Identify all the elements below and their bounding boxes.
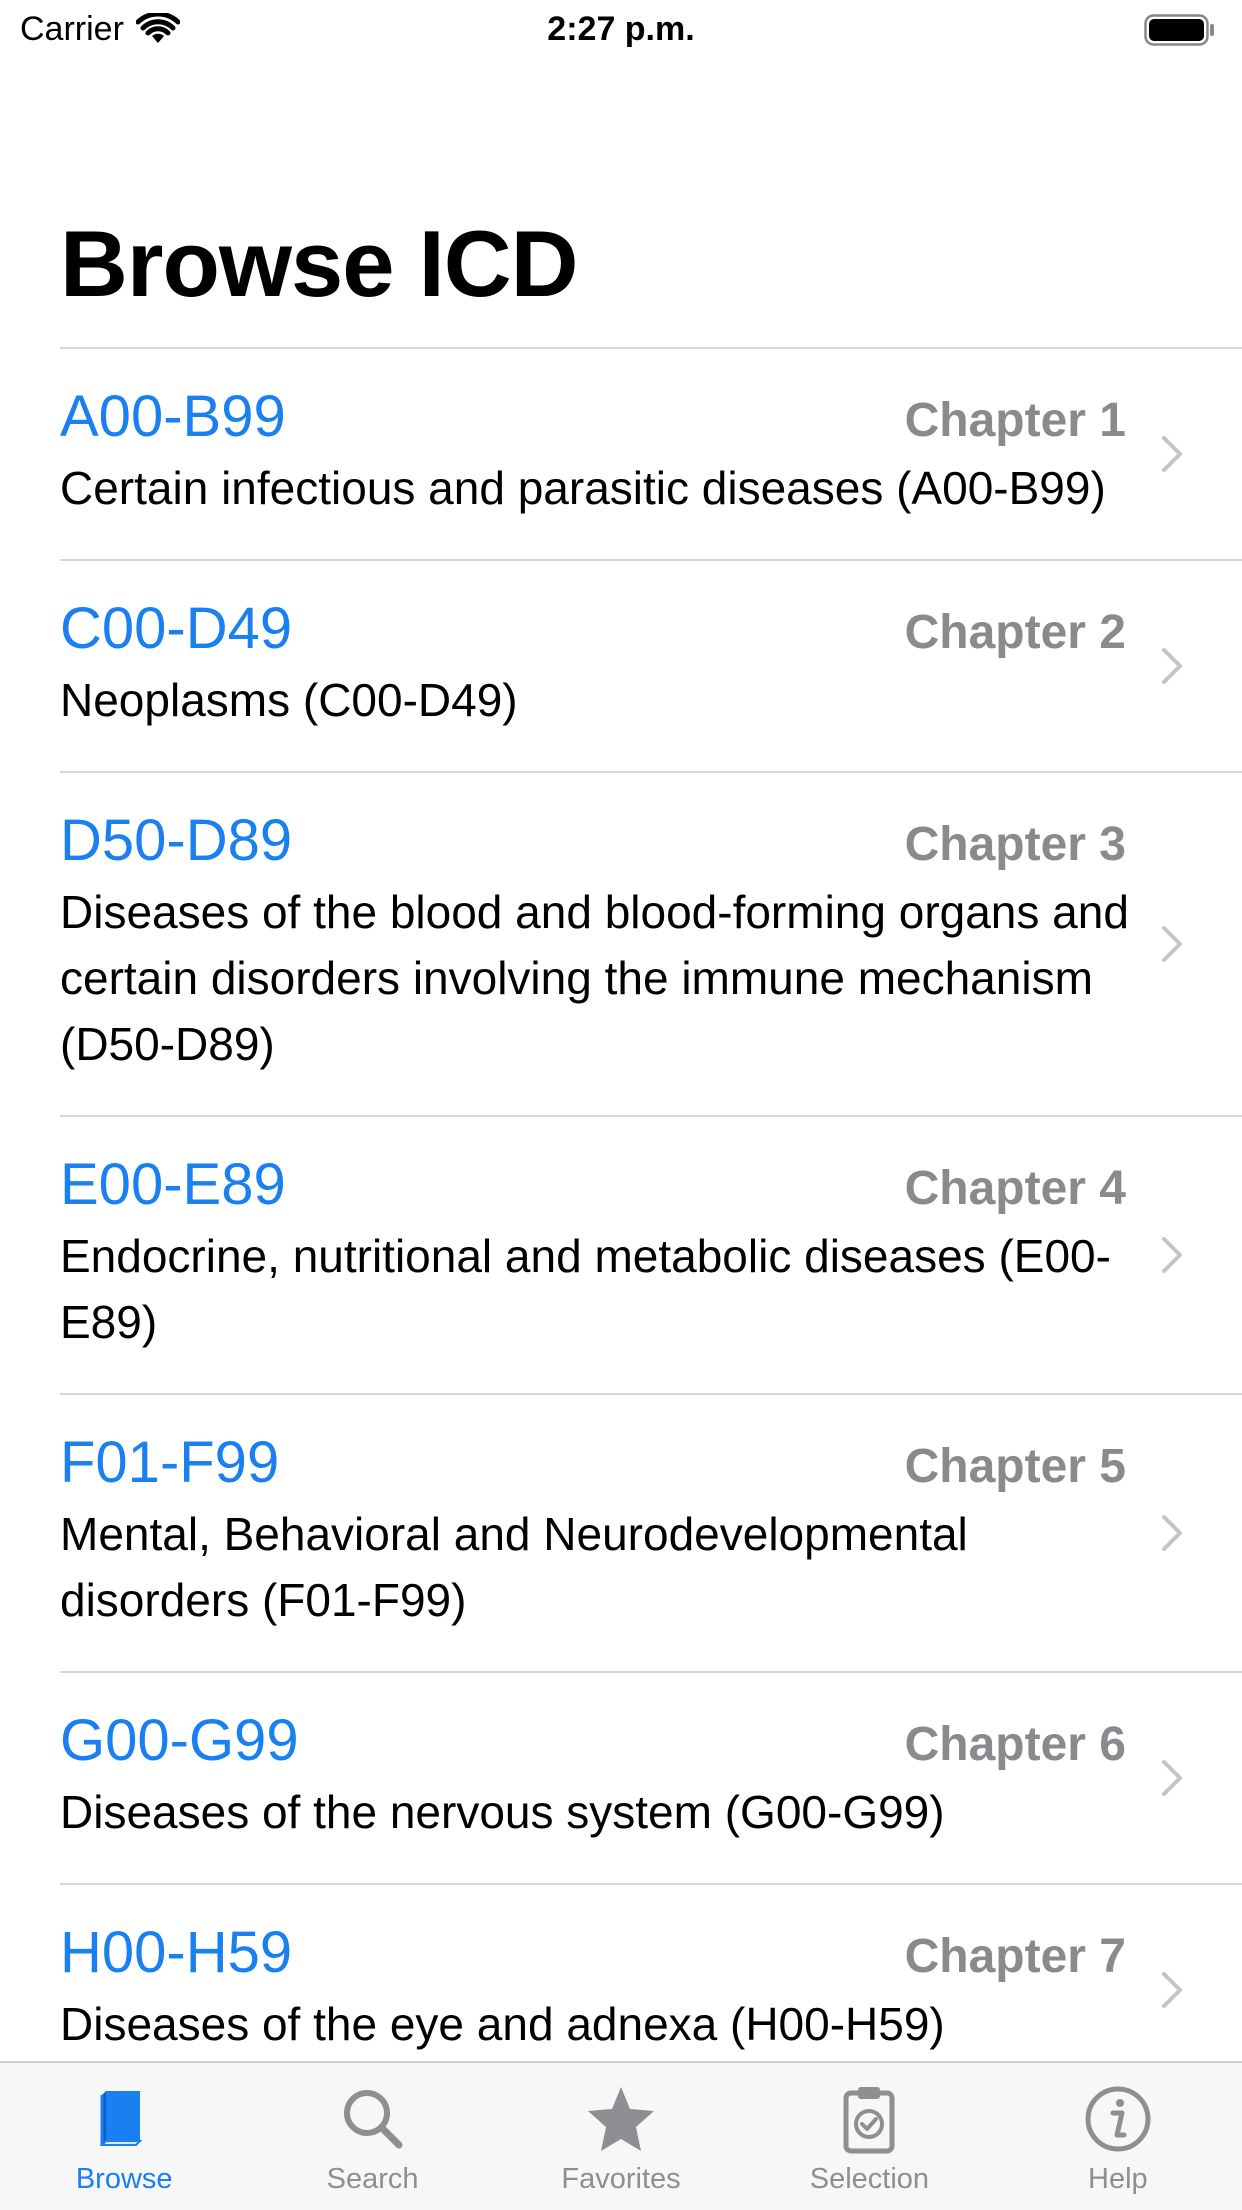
chapter-number: Chapter 7 — [904, 1930, 1126, 1983]
chapter-code: A00-B99 — [60, 384, 286, 449]
tab-label: Favorites — [561, 2163, 681, 2195]
info-icon — [1085, 2086, 1151, 2152]
tab-search[interactable]: Search — [248, 2063, 496, 2210]
battery-icon — [1144, 14, 1214, 46]
chapter-row[interactable]: E00-E89 Chapter 4 Endocrine, nutritional… — [0, 1117, 1242, 1393]
tab-browse[interactable]: Browse — [0, 2063, 248, 2210]
chapter-description: Diseases of the blood and blood-forming … — [60, 886, 1129, 1070]
chapter-code: C00-D49 — [60, 596, 293, 661]
chapter-list[interactable]: A00-B99 Chapter 1 Certain infectious and… — [0, 347, 1242, 2061]
chapter-row[interactable]: D50-D89 Chapter 3 Diseases of the blood … — [0, 773, 1242, 1115]
tab-bar: Browse Search Favorites Selection Help — [0, 2061, 1242, 2210]
chapter-code: D50-D89 — [60, 808, 293, 873]
chapter-row[interactable]: A00-B99 Chapter 1 Certain infectious and… — [0, 349, 1242, 559]
tab-label: Selection — [809, 2163, 930, 2195]
chevron-right-icon — [1162, 648, 1182, 684]
chevron-right-icon — [1162, 436, 1182, 472]
chapter-description: Diseases of the nervous system (G00-G99) — [60, 1786, 945, 1838]
chapter-number: Chapter 3 — [904, 818, 1126, 871]
chapter-number: Chapter 5 — [904, 1440, 1126, 1493]
status-bar: Carrier 2:27 p.m. — [0, 0, 1242, 64]
clipboard-check-icon — [843, 2087, 895, 2154]
tab-label: Browse — [75, 2163, 173, 2195]
tab-favorites[interactable]: Favorites — [497, 2063, 745, 2210]
tab-help[interactable]: Help — [994, 2063, 1242, 2210]
chapter-row[interactable]: F01-F99 Chapter 5 Mental, Behavioral and… — [0, 1395, 1242, 1671]
chevron-right-icon — [1162, 1515, 1182, 1551]
chapter-description: Endocrine, nutritional and metabolic dis… — [60, 1230, 1111, 1348]
book-icon — [99, 2091, 143, 2146]
chevron-right-icon — [1162, 1972, 1182, 2008]
tab-label: Help — [1088, 2163, 1148, 2195]
chapter-row[interactable]: H00-H59 Chapter 7 Diseases of the eye an… — [0, 1885, 1242, 2061]
chevron-right-icon — [1162, 1760, 1182, 1796]
magnifier-icon — [343, 2090, 403, 2149]
chapter-number: Chapter 6 — [904, 1718, 1126, 1771]
chapter-description: Diseases of the eye and adnexa (H00-H59) — [60, 1998, 945, 2050]
chevron-right-icon — [1162, 1237, 1182, 1273]
chapter-description: Certain infectious and parasitic disease… — [60, 462, 1106, 514]
chapter-number: Chapter 2 — [904, 606, 1126, 659]
tab-label: Search — [326, 2163, 419, 2195]
chapter-code: H00-H59 — [60, 1920, 293, 1985]
chapter-code: E00-E89 — [60, 1152, 286, 1217]
chapter-code: G00-G99 — [60, 1708, 299, 1773]
status-time: 2:27 p.m. — [547, 10, 695, 48]
chapter-number: Chapter 4 — [904, 1162, 1126, 1215]
chapter-row[interactable]: G00-G99 Chapter 6 Diseases of the nervou… — [0, 1673, 1242, 1883]
star-icon — [588, 2087, 655, 2151]
chevron-right-icon — [1162, 926, 1182, 962]
page-title: Browse ICD — [60, 211, 579, 316]
chapter-row[interactable]: C00-D49 Chapter 2 Neoplasms (C00-D49) — [0, 561, 1242, 771]
chapter-description: Mental, Behavioral and Neurodevelopmenta… — [60, 1508, 968, 1626]
chapter-code: F01-F99 — [60, 1430, 280, 1495]
tab-selection[interactable]: Selection — [745, 2063, 993, 2210]
chapter-description: Neoplasms (C00-D49) — [60, 674, 518, 726]
chapter-number: Chapter 1 — [904, 394, 1126, 447]
